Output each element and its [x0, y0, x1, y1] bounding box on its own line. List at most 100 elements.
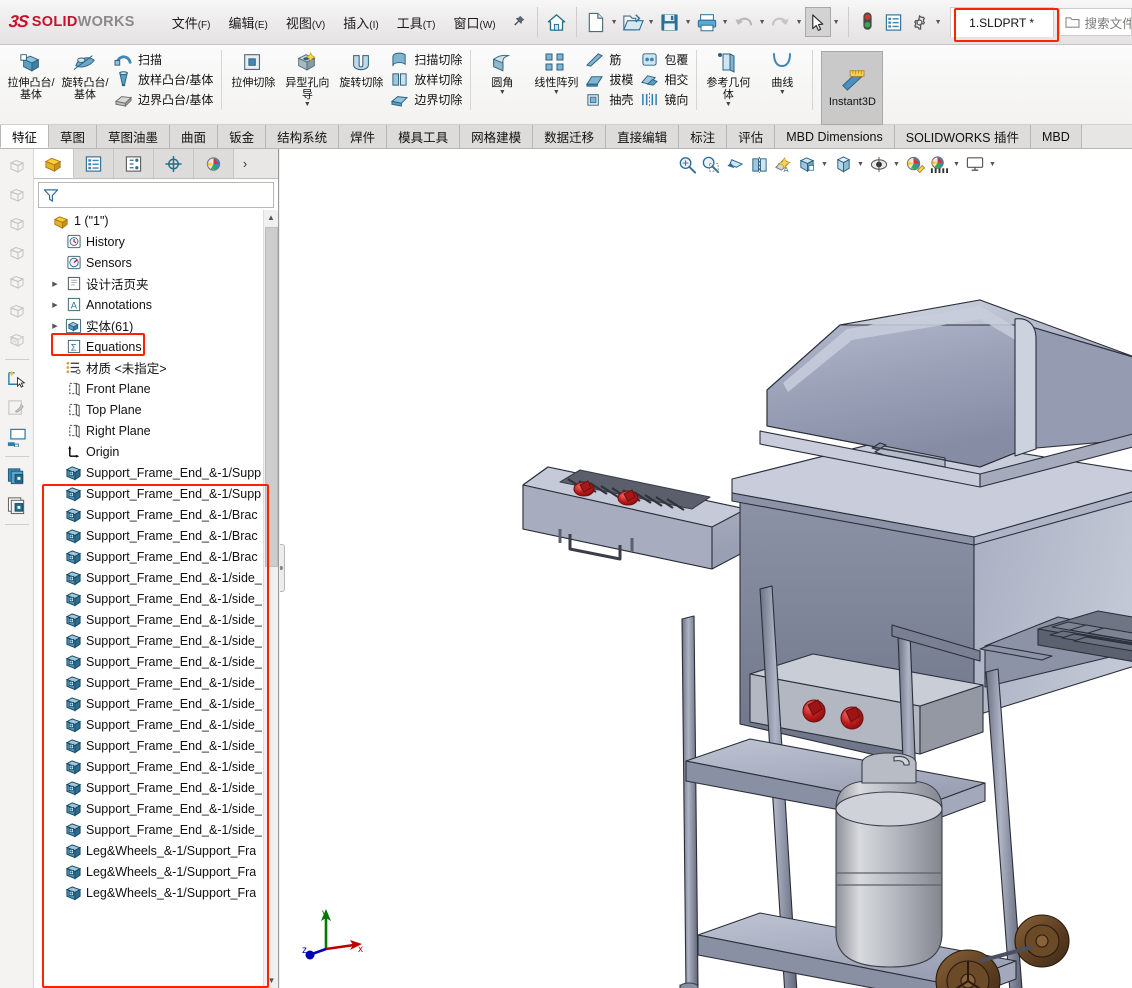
boundary-boss-button[interactable]: 边界凸台/基体 [112, 90, 218, 109]
tree-node[interactable]: Support_Frame_End_&-1/Supp [34, 462, 263, 483]
tree-node[interactable]: Support_Frame_End_&-1/side_ [34, 630, 263, 651]
menu-item-window[interactable]: 窗口(W) [444, 9, 504, 36]
display-state-3-icon[interactable] [4, 211, 30, 237]
tree-node[interactable]: Support_Frame_End_&-1/side_ [34, 672, 263, 693]
tab-mbd[interactable]: MBD [1031, 125, 1082, 148]
tree-node[interactable]: Support_Frame_End_&-1/Supp [34, 483, 263, 504]
new-selection-icon[interactable] [4, 366, 30, 392]
tree-node[interactable]: Sensors [34, 252, 263, 273]
select-arrow-button[interactable] [805, 7, 831, 37]
tab-annotation[interactable]: 标注 [679, 125, 727, 148]
pushpin-icon[interactable] [511, 15, 531, 29]
tree-node[interactable]: Leg&Wheels_&-1/Support_Fra [34, 840, 263, 861]
chevron-right-icon[interactable]: › [234, 149, 256, 178]
tree-node[interactable]: Support_Frame_End_&-1/Brac [34, 504, 263, 525]
extrude-boss-button[interactable]: 拉伸凸台/基体 [4, 48, 58, 101]
curves-dropdown[interactable]: ▼ [779, 89, 786, 97]
shell-button[interactable]: 抽壳 [583, 90, 638, 109]
tree-node[interactable]: Support_Frame_End_&-1/side_ [34, 567, 263, 588]
scroll-down-arrow[interactable]: ▼ [264, 973, 278, 988]
tree-node[interactable]: ▶设计活页夹 [34, 273, 263, 294]
fillet-dropdown[interactable]: ▼ [499, 89, 506, 97]
display-state-2-icon[interactable] [4, 182, 30, 208]
graphics-viewport[interactable]: A ▼ ▼ ▼ ▼ ▼ [280, 149, 1132, 988]
tree-node[interactable]: Origin [34, 441, 263, 462]
save-dropdown[interactable]: ▼ [683, 19, 694, 26]
fillet-button[interactable]: 圆角 ▼ [475, 48, 529, 97]
tree-node[interactable]: Leg&Wheels_&-1/Support_Fra [34, 882, 263, 903]
loft-boss-button[interactable]: 放样凸台/基体 [112, 70, 218, 89]
configuration-manager-tab[interactable] [114, 149, 154, 178]
display-manager-tab[interactable] [194, 149, 234, 178]
linear-pattern-button[interactable]: 线性阵列 ▼ [529, 48, 583, 97]
feature-tree-filter[interactable] [38, 182, 274, 208]
scrollbar-thumb[interactable] [265, 227, 278, 567]
scroll-up-arrow[interactable]: ▲ [264, 210, 278, 225]
expand-toggle[interactable]: ▶ [49, 301, 61, 309]
menu-item-insert[interactable]: 插入(I) [334, 9, 387, 36]
wrap-button[interactable]: 包覆 [638, 50, 693, 69]
tree-node[interactable]: Top Plane [34, 399, 263, 420]
rib-button[interactable]: 筋 [583, 50, 638, 69]
tree-node[interactable]: ▶AAnnotations [34, 294, 263, 315]
tree-node[interactable]: ▶实体(61) [34, 315, 263, 336]
intersect-button[interactable]: 相交 [638, 70, 693, 89]
options-dropdown[interactable]: ▼ [933, 19, 944, 26]
tree-node[interactable]: Support_Frame_End_&-1/side_ [34, 693, 263, 714]
tree-node[interactable]: Support_Frame_End_&-1/side_ [34, 756, 263, 777]
tree-node[interactable]: Support_Frame_End_&-1/Brac [34, 525, 263, 546]
edit-tool-icon[interactable] [4, 395, 30, 421]
copy-panels-2-icon[interactable] [4, 492, 30, 518]
tree-node[interactable]: ΣEquations [34, 336, 263, 357]
tree-node[interactable]: 材质 <未指定> [34, 357, 263, 378]
expand-toggle[interactable]: ▶ [49, 322, 61, 330]
tab-mesh-modeling[interactable]: 网格建模 [460, 125, 533, 148]
draft-button[interactable]: 拔模 [583, 70, 638, 89]
menu-item-file[interactable]: 文件(F) [163, 9, 220, 36]
loft-cut-button[interactable]: 放样切除 [388, 70, 467, 89]
redo-button[interactable] [768, 7, 794, 37]
display-state-1-icon[interactable] [4, 153, 30, 179]
barbecue-grill-model[interactable] [280, 149, 1132, 988]
tree-node[interactable]: Support_Frame_End_&-1/side_ [34, 609, 263, 630]
tab-mold-tools[interactable]: 模具工具 [387, 125, 460, 148]
tab-solidworks-addins[interactable]: SOLIDWORKS 插件 [895, 125, 1031, 148]
tab-features[interactable]: 特征 [0, 125, 49, 148]
print-dropdown[interactable]: ▼ [720, 19, 731, 26]
search-files-box[interactable]: 搜索文件 [1059, 8, 1132, 36]
tree-node[interactable]: Support_Frame_End_&-1/side_ [34, 588, 263, 609]
feature-tree[interactable]: 1 ("1")HistorySensors▶设计活页夹▶AAnnotations… [34, 210, 278, 988]
new-document-dropdown[interactable]: ▼ [609, 19, 620, 26]
open-document-button[interactable] [620, 7, 646, 37]
expand-toggle[interactable]: ▶ [49, 280, 61, 288]
rebuild-traffic-light-button[interactable] [855, 7, 881, 37]
display-state-4-icon[interactable] [4, 240, 30, 266]
revolve-boss-button[interactable]: 旋转凸台/基体 [58, 48, 112, 101]
save-button[interactable] [657, 7, 683, 37]
document-tab[interactable]: 1.SLDPRT * [950, 7, 1054, 37]
instant3d-button[interactable]: Instant3D [821, 51, 883, 125]
copy-panels-icon[interactable] [4, 463, 30, 489]
feature-manager-tab[interactable] [34, 149, 74, 178]
display-state-6-icon[interactable] [4, 298, 30, 324]
display-state-5-icon[interactable] [4, 269, 30, 295]
select-dropdown[interactable]: ▼ [831, 19, 842, 26]
open-document-dropdown[interactable]: ▼ [646, 19, 657, 26]
new-document-button[interactable] [583, 7, 609, 37]
tree-node[interactable]: History [34, 231, 263, 252]
linear-pattern-dropdown[interactable]: ▼ [553, 89, 560, 97]
tree-node[interactable]: Support_Frame_End_&-1/side_ [34, 819, 263, 840]
tab-direct-editing[interactable]: 直接编辑 [606, 125, 679, 148]
tree-node[interactable]: Leg&Wheels_&-1/Support_Fra [34, 861, 263, 882]
tab-structure-system[interactable]: 结构系统 [266, 125, 339, 148]
reference-geometry-dropdown[interactable]: ▼ [725, 101, 732, 109]
boundary-cut-button[interactable]: 边界切除 [388, 90, 467, 109]
tab-mbd-dimensions[interactable]: MBD Dimensions [775, 125, 895, 148]
sweep-button[interactable]: 扫描 [112, 50, 218, 69]
redo-dropdown[interactable]: ▼ [794, 19, 805, 26]
sweep-cut-button[interactable]: 扫描切除 [388, 50, 467, 69]
undo-dropdown[interactable]: ▼ [757, 19, 768, 26]
tree-node[interactable]: Support_Frame_End_&-1/side_ [34, 735, 263, 756]
undo-button[interactable] [731, 7, 757, 37]
tab-sketch[interactable]: 草图 [49, 125, 97, 148]
